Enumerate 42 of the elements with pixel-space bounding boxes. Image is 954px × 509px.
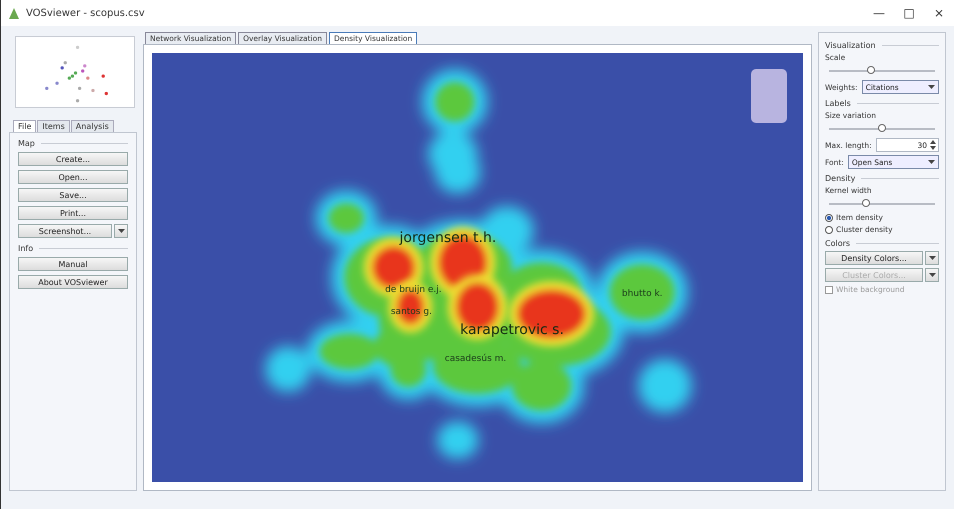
author-label[interactable]: casadesús m. xyxy=(444,354,506,364)
slider-thumb[interactable] xyxy=(867,66,876,74)
slider-thumb[interactable] xyxy=(862,199,870,207)
menu-button[interactable]: Save... xyxy=(18,188,128,202)
density-area xyxy=(435,82,475,122)
author-label[interactable]: de bruijn e.j. xyxy=(385,285,442,296)
menu-button[interactable]: Print... xyxy=(18,206,128,220)
density-area xyxy=(610,264,675,320)
density-area xyxy=(328,203,364,233)
caret-icon xyxy=(928,273,936,277)
panel-tab[interactable]: File xyxy=(13,120,36,132)
section-title: Info xyxy=(18,244,34,253)
maximize-button[interactable]: □ xyxy=(894,0,924,26)
section-title: Map xyxy=(18,139,35,148)
window-title: VOSviewer - scopus.csv xyxy=(26,8,145,18)
density-halo xyxy=(638,359,692,412)
section-title: Labels xyxy=(825,99,851,108)
dropdown-button[interactable] xyxy=(925,251,939,265)
dropdown-button[interactable] xyxy=(925,268,939,282)
app-logo-icon xyxy=(7,6,21,20)
section-title: Visualization xyxy=(825,41,876,50)
colors-button[interactable]: Density Colors... xyxy=(825,251,923,265)
author-label[interactable]: bhutto k. xyxy=(622,289,663,300)
minimize-button[interactable]: — xyxy=(864,0,894,26)
caret-icon xyxy=(928,160,935,164)
menu-button[interactable]: About VOSviewer xyxy=(18,275,128,289)
caret-icon xyxy=(118,229,124,233)
menu-button[interactable]: Create... xyxy=(18,152,128,166)
caret-icon xyxy=(928,85,935,89)
panel-tab[interactable]: Items xyxy=(37,120,70,132)
menu-button[interactable]: Open... xyxy=(18,170,128,184)
menu-button[interactable]: Manual xyxy=(18,257,128,271)
slider-thumb[interactable] xyxy=(878,124,886,132)
spinner-arrows-icon xyxy=(930,140,936,150)
panel-tab[interactable]: Analysis xyxy=(70,120,114,132)
density-halo xyxy=(437,421,478,459)
section-title: Colors xyxy=(825,239,850,248)
menu-button[interactable]: Screenshot... xyxy=(18,224,112,238)
caret-icon xyxy=(928,256,936,260)
dropdown-button[interactable] xyxy=(114,224,128,238)
close-button[interactable]: × xyxy=(924,0,954,26)
section-title: Density xyxy=(825,174,856,183)
